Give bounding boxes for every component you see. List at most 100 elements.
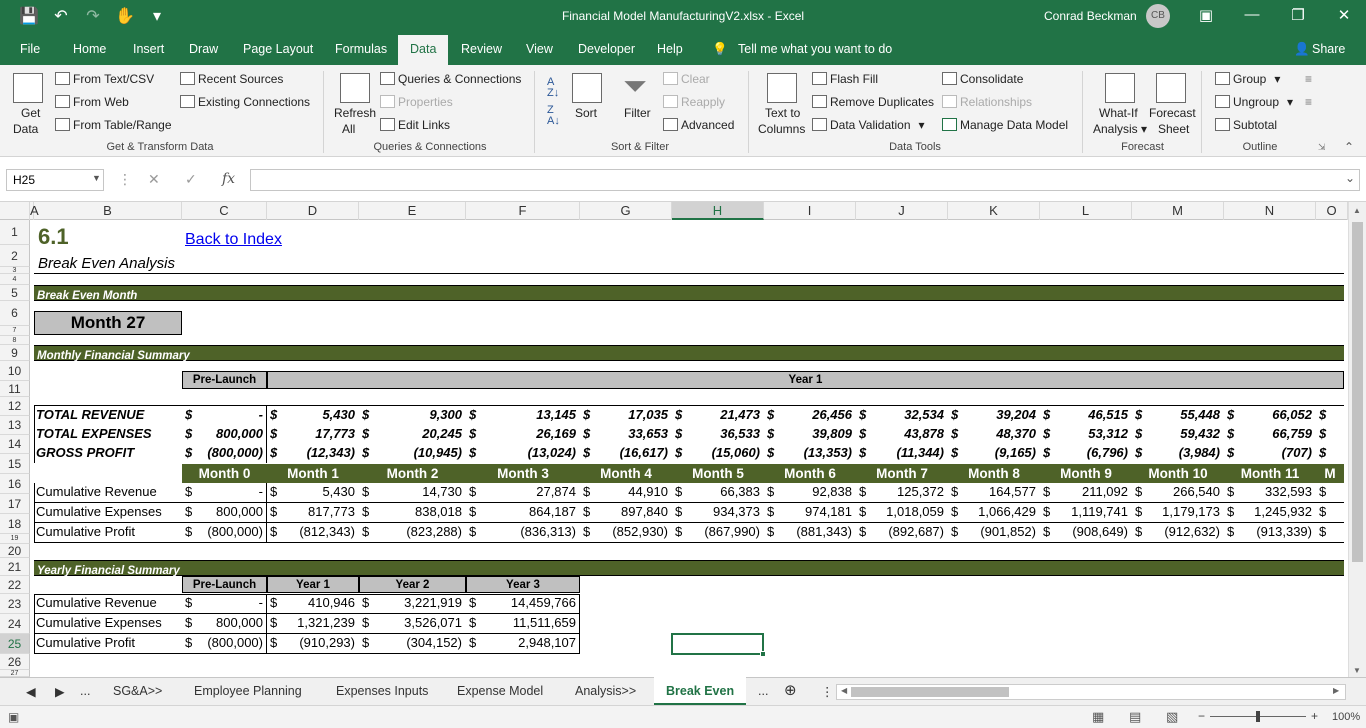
sheet-tab-expense-model[interactable]: Expense Model bbox=[457, 684, 543, 698]
col-header-d[interactable]: D bbox=[267, 202, 359, 220]
scroll-right-icon[interactable]: ▶ bbox=[1333, 686, 1339, 695]
consolidate-button[interactable]: Consolidate bbox=[942, 72, 1023, 86]
row-header[interactable]: 20 bbox=[0, 544, 30, 558]
sort-asc-icon[interactable]: A Z↓ bbox=[547, 77, 559, 99]
cumulative-cell[interactable]: (912,632) bbox=[1132, 524, 1224, 539]
cumulative-cell[interactable]: 27,874 bbox=[466, 484, 580, 499]
text-to-columns-button[interactable]: Text to bbox=[765, 106, 800, 120]
expand-formula-bar-icon[interactable]: ⌄ bbox=[1345, 171, 1355, 185]
minimize-icon[interactable]: — bbox=[1242, 6, 1262, 23]
collapse-ribbon-icon[interactable]: ⌃ bbox=[1344, 140, 1354, 154]
tab-data[interactable]: Data bbox=[398, 35, 449, 65]
refresh-all-button[interactable]: Refresh bbox=[334, 106, 376, 120]
col-header-i[interactable]: I bbox=[764, 202, 856, 220]
sheet-tab-sga[interactable]: SG&A>> bbox=[113, 684, 162, 698]
sheet-tab-employee-planning[interactable]: Employee Planning bbox=[194, 684, 302, 698]
cumulative-cell[interactable]: (852,930) bbox=[580, 524, 672, 539]
row-header[interactable]: 18 bbox=[0, 514, 30, 534]
row-header[interactable]: 24 bbox=[0, 614, 30, 634]
close-icon[interactable]: ✕ bbox=[1334, 6, 1354, 24]
sheet-tab-break-even[interactable]: Break Even bbox=[654, 677, 747, 705]
what-if-label2[interactable]: Analysis ▾ bbox=[1093, 122, 1147, 136]
cumulative-cell[interactable]: (901,852) bbox=[948, 524, 1040, 539]
tab-view[interactable]: View bbox=[526, 42, 553, 56]
row-header[interactable]: 9 bbox=[0, 345, 30, 361]
dialog-launcher-icon[interactable]: ⇲ bbox=[1318, 142, 1326, 153]
cumulative-cell[interactable]: 838,018 bbox=[359, 504, 466, 519]
cumulative-cell[interactable]: 211,092 bbox=[1040, 484, 1132, 499]
row-header[interactable]: 12 bbox=[0, 397, 30, 416]
cumulative-cell[interactable]: 864,187 bbox=[466, 504, 580, 519]
cancel-icon[interactable]: ✕ bbox=[148, 171, 160, 188]
page-layout-view-icon[interactable]: ▤ bbox=[1129, 709, 1141, 725]
sort-button[interactable]: Sort bbox=[575, 106, 597, 120]
remove-duplicates-button[interactable]: Remove Duplicates bbox=[812, 95, 934, 109]
zoom-out-icon[interactable]: − bbox=[1198, 709, 1205, 723]
cumulative-cell[interactable]: 66,383 bbox=[672, 484, 764, 499]
row-header[interactable]: 1 bbox=[0, 220, 30, 245]
cumulative-cell[interactable]: - bbox=[182, 484, 267, 499]
from-table-button[interactable]: From Table/Range bbox=[55, 118, 172, 132]
sort-desc-icon[interactable]: Z A↓ bbox=[547, 105, 560, 127]
ribbon-display-icon[interactable]: ▣ bbox=[1196, 6, 1216, 24]
row-header[interactable]: 6 bbox=[0, 301, 30, 326]
row-header[interactable]: 14 bbox=[0, 435, 30, 454]
zoom-slider-thumb[interactable] bbox=[1256, 711, 1260, 722]
back-to-index-link[interactable]: Back to Index bbox=[185, 231, 282, 249]
col-header-f[interactable]: F bbox=[466, 202, 580, 220]
col-header-k[interactable]: K bbox=[948, 202, 1040, 220]
tab-file[interactable]: File bbox=[20, 42, 40, 56]
cumulative-cell[interactable]: 5,430 bbox=[267, 484, 359, 499]
show-detail-icon[interactable]: ≡ bbox=[1305, 72, 1312, 86]
col-header-c[interactable]: C bbox=[182, 202, 267, 220]
cumulative-cell[interactable]: 1,066,429 bbox=[948, 504, 1040, 519]
advanced-button[interactable]: Advanced bbox=[663, 118, 734, 132]
h-scroll-thumb[interactable] bbox=[851, 687, 1009, 697]
recent-sources-button[interactable]: Recent Sources bbox=[180, 72, 283, 86]
subtotal-button[interactable]: Subtotal bbox=[1215, 118, 1277, 132]
cumulative-cell[interactable]: 92,838 bbox=[764, 484, 856, 499]
what-if-button[interactable]: What-If bbox=[1099, 106, 1138, 120]
cumulative-cell[interactable]: 1,119,741 bbox=[1040, 504, 1132, 519]
tab-insert[interactable]: Insert bbox=[133, 42, 164, 56]
from-text-button[interactable]: From Text/CSV bbox=[55, 72, 154, 86]
cumulative-cell[interactable]: 1,245,932 bbox=[1224, 504, 1316, 519]
edit-links-button[interactable]: Edit Links bbox=[380, 118, 450, 132]
cumulative-cell[interactable]: (823,288) bbox=[359, 524, 466, 539]
hide-detail-icon[interactable]: ≡ bbox=[1305, 95, 1312, 109]
vertical-scrollbar[interactable]: ▲ ▼ bbox=[1348, 202, 1366, 678]
col-header-b[interactable]: B bbox=[34, 202, 182, 220]
horizontal-scrollbar[interactable]: ◀ ▶ bbox=[836, 684, 1346, 700]
cumulative-cell[interactable]: 897,840 bbox=[580, 504, 672, 519]
row-header[interactable]: 22 bbox=[0, 576, 30, 594]
cumulative-cell[interactable]: (913,339) bbox=[1224, 524, 1316, 539]
forecast-sheet-label2[interactable]: Sheet bbox=[1158, 122, 1189, 136]
ungroup-button[interactable]: Ungroup ▾ bbox=[1215, 95, 1293, 109]
col-header-o[interactable]: O bbox=[1316, 202, 1348, 220]
more-sheets-right[interactable]: ... bbox=[758, 684, 768, 698]
cumulative-cell[interactable]: 266,540 bbox=[1132, 484, 1224, 499]
cumulative-cell[interactable]: 934,373 bbox=[672, 504, 764, 519]
scroll-left-icon[interactable]: ◀ bbox=[841, 686, 847, 695]
tab-page-layout[interactable]: Page Layout bbox=[243, 42, 313, 56]
cumulative-cell[interactable]: 1,018,059 bbox=[856, 504, 948, 519]
cumulative-cell[interactable]: 1,179,173 bbox=[1132, 504, 1224, 519]
cumulative-cell[interactable]: (908,649) bbox=[1040, 524, 1132, 539]
data-validation-button[interactable]: Data Validation ▾ bbox=[812, 118, 925, 132]
cumulative-cell[interactable]: 817,773 bbox=[267, 504, 359, 519]
text-to-columns-label2[interactable]: Columns bbox=[758, 122, 805, 136]
add-sheet-icon[interactable]: ⊕ bbox=[784, 681, 797, 699]
row-header[interactable]: 23 bbox=[0, 594, 30, 614]
cumulative-cell[interactable]: (812,343) bbox=[267, 524, 359, 539]
restore-icon[interactable]: ❐ bbox=[1288, 6, 1308, 24]
tab-formulas[interactable]: Formulas bbox=[335, 42, 387, 56]
row-header[interactable]: 2 bbox=[0, 245, 30, 267]
col-header-l[interactable]: L bbox=[1040, 202, 1132, 220]
page-break-view-icon[interactable]: ▧ bbox=[1166, 709, 1178, 725]
col-header-j[interactable]: J bbox=[856, 202, 948, 220]
col-header-n[interactable]: N bbox=[1224, 202, 1316, 220]
next-sheet-icon[interactable]: ▶ bbox=[55, 684, 65, 699]
user-name[interactable]: Conrad Beckman bbox=[1044, 9, 1137, 23]
row-header[interactable]: 4 bbox=[0, 274, 30, 285]
chevron-down-icon[interactable]: ▼ bbox=[92, 173, 101, 183]
